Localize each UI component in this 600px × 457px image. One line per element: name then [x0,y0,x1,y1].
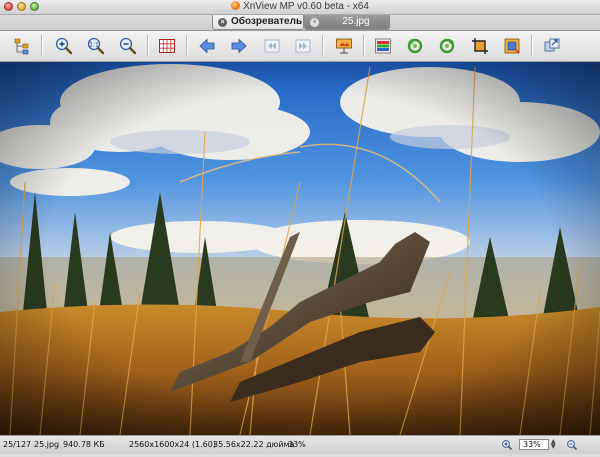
zoom-in-icon[interactable] [501,439,513,451]
zoom-in-icon[interactable] [54,36,74,56]
status-position: 25/127 [3,440,32,449]
status-zoom-text: 33% [288,440,306,449]
tab-browser[interactable]: × Обозреватель [212,15,304,30]
toolbar: 1:1 [0,31,600,62]
resize-icon[interactable] [502,36,522,56]
grid-view-icon[interactable] [157,36,177,56]
displayed-photo [0,62,600,435]
toolbar-separator [531,35,533,57]
status-bar: 25/127 25.jpg 940.78 КБ 2560x1600x24 (1.… [0,435,600,454]
crop-icon[interactable] [470,36,490,56]
window-title: XnView MP v0.60 beta - x64 [243,1,369,12]
last-image-icon[interactable] [293,36,313,56]
zoom-stepper-icon[interactable]: ▲ ▼ [551,439,556,450]
image-viewer[interactable] [0,62,600,435]
browser-tree-icon[interactable] [12,36,32,56]
toolbar-separator [322,35,324,57]
tab-image[interactable]: × 25.jpg [304,15,390,30]
zoom-fit-icon[interactable]: 1:1 [86,36,106,56]
title-bar: XnView MP v0.60 beta - x64 [0,0,600,15]
toolbar-separator [363,35,365,57]
slideshow-icon[interactable] [334,36,354,56]
window-title-wrap: XnView MP v0.60 beta - x64 [0,0,600,14]
status-dimensions: 2560x1600x24 (1.60) [129,440,216,449]
svg-text:1:1: 1:1 [89,42,99,49]
adjust-colors-icon[interactable] [373,36,393,56]
fullscreen-icon[interactable] [542,36,562,56]
tab-bar: × Обозреватель × 25.jpg [0,15,600,31]
first-image-icon[interactable] [262,36,282,56]
status-print-size: 35.56x22.22 дюйма [213,440,295,449]
previous-arrow-icon[interactable] [197,36,217,56]
toolbar-separator [186,35,188,57]
tab-close-icon[interactable]: × [218,18,227,27]
toolbar-separator [41,35,43,57]
xnview-app-icon [231,1,241,10]
status-filesize: 940.78 КБ [63,440,105,449]
tab-close-icon[interactable]: × [310,18,319,27]
tab-browser-label: Обозреватель [231,16,303,27]
tab-image-label: 25.jpg [342,16,370,27]
zoom-out-icon[interactable] [566,439,578,451]
next-arrow-icon[interactable] [229,36,249,56]
zoom-level-field[interactable]: 33% [519,439,549,450]
rotate-right-icon[interactable] [437,36,457,56]
toolbar-separator [147,35,149,57]
rotate-left-icon[interactable] [405,36,425,56]
zoom-out-icon[interactable] [118,36,138,56]
status-filename: 25.jpg [34,440,60,449]
